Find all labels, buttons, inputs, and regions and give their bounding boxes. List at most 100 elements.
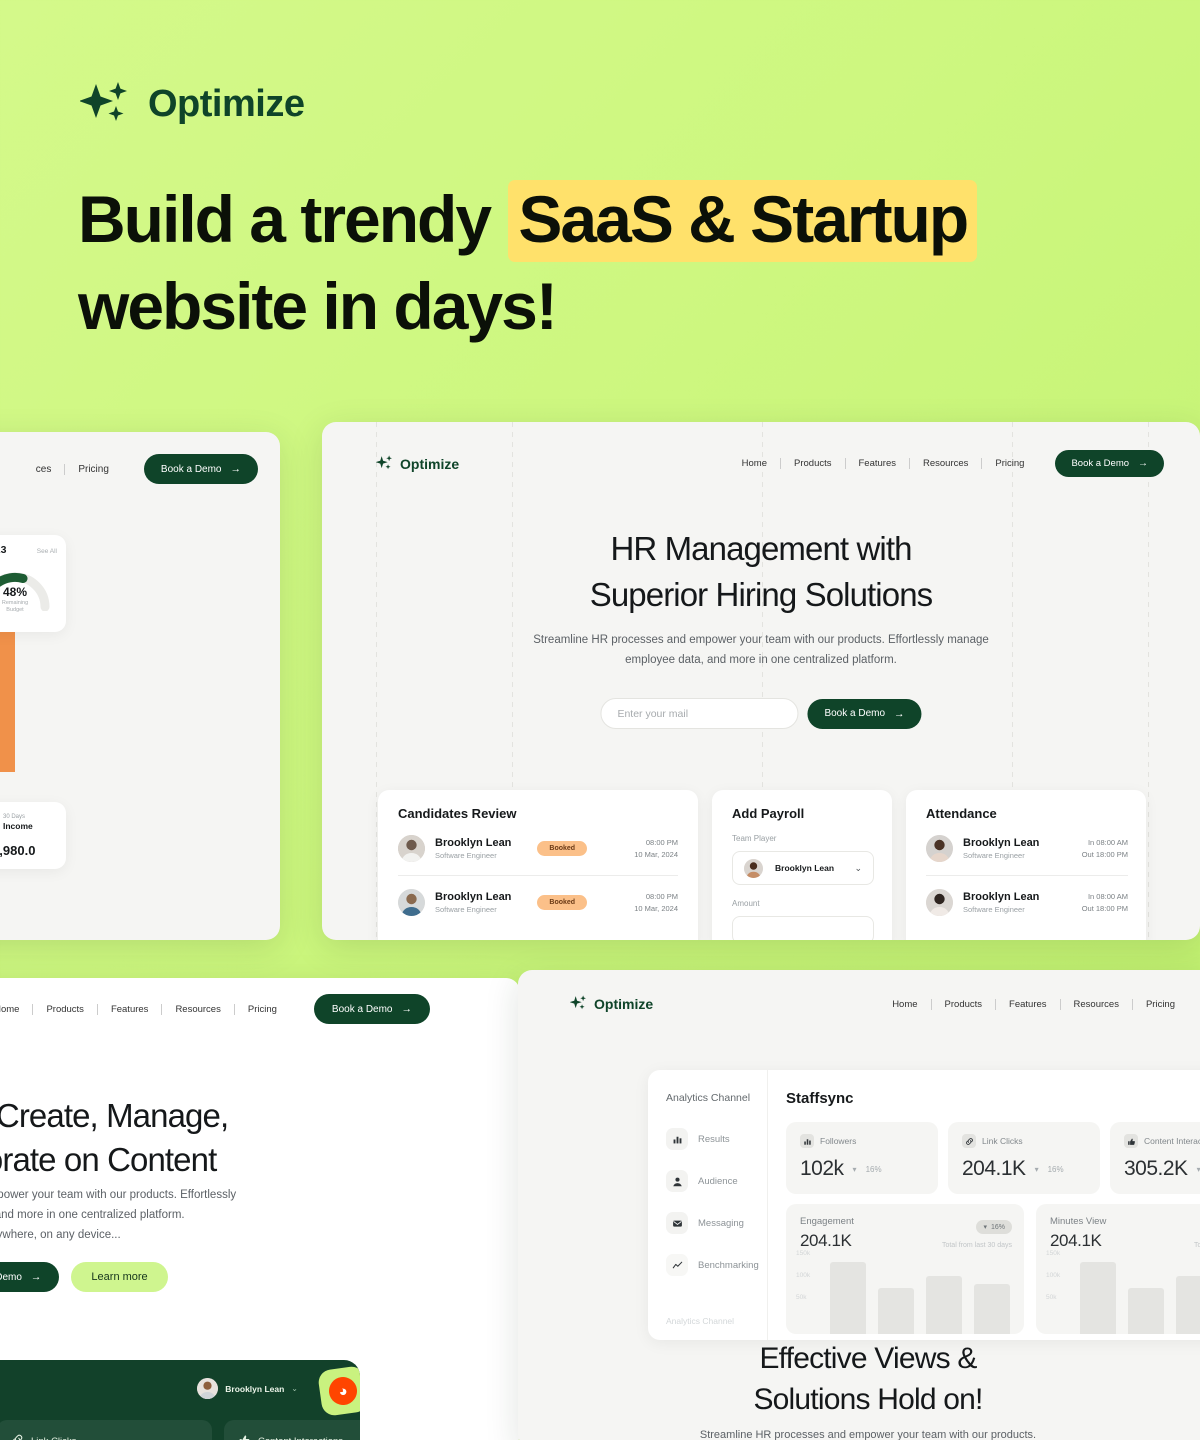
stat-tile-content-interactions[interactable]: Content Interactions	[224, 1420, 360, 1440]
budget-card: Dec'23 See All 48% Remaining Budget	[0, 535, 66, 632]
thumbs-up-icon	[238, 1433, 251, 1440]
stat-tile-link-clicks[interactable]: Link Clicks	[0, 1420, 212, 1440]
nav-link-products[interactable]: Products	[33, 1004, 97, 1015]
team-player-select[interactable]: Brooklyn Lean ⌄	[732, 851, 874, 885]
sidebar-item-results[interactable]: Results	[648, 1104, 767, 1150]
nav-link-resources[interactable]: Resources	[1061, 999, 1132, 1010]
avatar	[926, 889, 953, 916]
mockup-bottom-right: Optimize Home Products Features Resource…	[518, 970, 1200, 1440]
sidebar-item-label: Messaging	[698, 1217, 744, 1229]
mockup-bottom-left: Home Products Features Resources Pricing…	[0, 978, 520, 1440]
book-demo-button[interactable]: Book a Demo →	[143, 454, 258, 484]
book-demo-button[interactable]: Book a Demo →	[1055, 450, 1164, 477]
headline-highlight: SaaS & Startup	[508, 180, 978, 262]
brand-logo[interactable]: Optimize	[375, 454, 459, 474]
dashboard-sidebar: Analytics Channel Results Audience Messa…	[648, 1070, 768, 1340]
see-all-link[interactable]: See All	[37, 548, 57, 555]
check-out-time: Out 18:00 PM	[1081, 903, 1128, 913]
nav-link-home[interactable]: Home	[729, 458, 780, 469]
candidate-time: 08:00 PM	[645, 891, 678, 901]
stat-label: Link Clicks	[982, 1136, 1023, 1146]
nav-link-home[interactable]: Home	[0, 1004, 32, 1015]
nav-link-pricing[interactable]: Pricing	[235, 1004, 290, 1015]
stat-label: Content Interactions	[1144, 1136, 1200, 1146]
heading-line-1: Effective Views &	[759, 1342, 977, 1375]
learn-more-label: Learn more	[91, 1271, 148, 1283]
sidebar-item-resources-partial[interactable]: ces	[23, 464, 65, 475]
chart-bar	[926, 1276, 962, 1334]
employee-role: Software Engineer	[963, 904, 1025, 914]
mockup-bl-subtext: s and empower your team with our product…	[0, 1186, 236, 1245]
nav-link-features[interactable]: Features	[996, 999, 1060, 1010]
book-demo-button[interactable]: Book a Demo →	[807, 698, 922, 729]
sidebar-title: Analytics Channel	[666, 1092, 751, 1104]
nav-link-resources[interactable]: Resources	[162, 1004, 233, 1015]
status-badge: Booked	[537, 895, 588, 910]
avatar	[398, 889, 425, 916]
chart-label: Engagement	[800, 1216, 854, 1227]
amount-input[interactable]	[732, 916, 874, 940]
nav-link-pricing[interactable]: Pricing	[65, 464, 122, 475]
nav-link-pricing[interactable]: Pricing	[1133, 999, 1188, 1010]
team-player-label: Team Player	[732, 834, 777, 843]
candidate-role: Software Engineer	[435, 904, 497, 914]
chart-delta-pill[interactable]: ▾ 16%	[976, 1220, 1012, 1234]
table-row[interactable]: Brooklyn Lean Software Engineer Booked 0…	[378, 876, 698, 916]
bar-chart-icon	[666, 1128, 688, 1150]
stat-label-row: Content Interactions	[1110, 1122, 1200, 1148]
card-title: Attendance	[926, 806, 997, 821]
book-demo-button[interactable]: Book a Demo →	[313, 994, 430, 1024]
book-demo-button[interactable]: ook a Demo →	[0, 1262, 60, 1292]
brand-logo: Optimize	[79, 78, 305, 130]
email-input[interactable]: Enter your mail	[600, 698, 799, 729]
arrow-right-icon: →	[401, 1003, 413, 1015]
table-row[interactable]: Brooklyn Lean Software Engineer In 08:00…	[906, 876, 1146, 916]
nav-link-products[interactable]: Products	[781, 458, 845, 469]
nav-link-home[interactable]: Home	[879, 999, 930, 1010]
book-demo-label: Book a Demo	[331, 1003, 393, 1015]
table-row[interactable]: Brooklyn Lean Software Engineer In 08:00…	[906, 821, 1146, 862]
mockup-tr-heading: HR Management with Superior Hiring Solut…	[322, 526, 1200, 617]
chart-bar	[878, 1288, 914, 1334]
headline-part2: website in days!	[78, 269, 558, 344]
candidate-name: Brooklyn Lean	[435, 891, 512, 904]
thumbs-up-icon	[1124, 1134, 1138, 1148]
account-user-chip[interactable]: Brooklyn Lean ⌄	[197, 1378, 298, 1399]
add-payroll-card: Add Payroll Team Player Brooklyn Lean ⌄ …	[712, 790, 892, 940]
stat-card-followers: Followers 102k ▾ 16%	[786, 1122, 938, 1194]
chart-label: Minutes View	[1050, 1216, 1107, 1227]
income-label: Income	[3, 821, 33, 832]
stat-value: 305.2K	[1124, 1157, 1188, 1180]
page-title: Build a trendy SaaS & Startup website in…	[78, 176, 1138, 350]
reddit-icon[interactable]: ◕	[317, 1365, 360, 1417]
candidate-name: Brooklyn Lean	[435, 837, 512, 850]
learn-more-button[interactable]: Learn more	[71, 1262, 168, 1292]
analytics-dashboard: Analytics Channel Results Audience Messa…	[648, 1070, 1200, 1340]
chevron-down-icon: ⌄	[854, 862, 862, 873]
table-row[interactable]: Brooklyn Lean Software Engineer Booked 0…	[378, 821, 698, 862]
mockup-br-heading: Effective Views & Solutions Hold on!	[518, 1338, 1200, 1421]
mockup-bl-cta-group: ook a Demo → Learn more	[0, 1262, 168, 1292]
bar-chart-icon	[800, 1134, 814, 1148]
check-in-time: In 08:00 AM	[1087, 837, 1128, 847]
nav-link-pricing[interactable]: Pricing	[982, 458, 1037, 469]
nav-link-features[interactable]: Features	[98, 1004, 162, 1015]
candidates-review-card: Candidates Review Brooklyn Lean Software…	[378, 790, 698, 940]
sparkle-icon	[375, 454, 393, 474]
sidebar-item-messaging[interactable]: Messaging	[648, 1192, 767, 1234]
engagement-chart-card: Engagement 204.1K ▾ 16% Total from last …	[786, 1204, 1024, 1334]
check-in-time: In 08:00 AM	[1087, 891, 1128, 901]
mockup-br-navbar: Optimize Home Products Features Resource…	[569, 994, 1188, 1014]
mockup-bl-heading-line-2: aborate on Content	[0, 1141, 217, 1178]
sidebar-item-benchmarking[interactable]: Benchmarking	[648, 1234, 767, 1276]
book-demo-label: Book a Demo	[160, 463, 222, 475]
nav-link-resources[interactable]: Resources	[910, 458, 981, 469]
nav-link-products[interactable]: Products	[932, 999, 996, 1010]
card-title: Add Payroll	[732, 806, 805, 821]
sidebar-item-audience[interactable]: Audience	[648, 1150, 767, 1192]
nav-link-features[interactable]: Features	[846, 458, 910, 469]
arrow-right-icon: →	[230, 463, 242, 475]
brand-logo[interactable]: Optimize	[569, 994, 653, 1014]
stat-label-row: Link Clicks	[948, 1122, 1100, 1148]
employee-name: Brooklyn Lean	[963, 891, 1040, 904]
